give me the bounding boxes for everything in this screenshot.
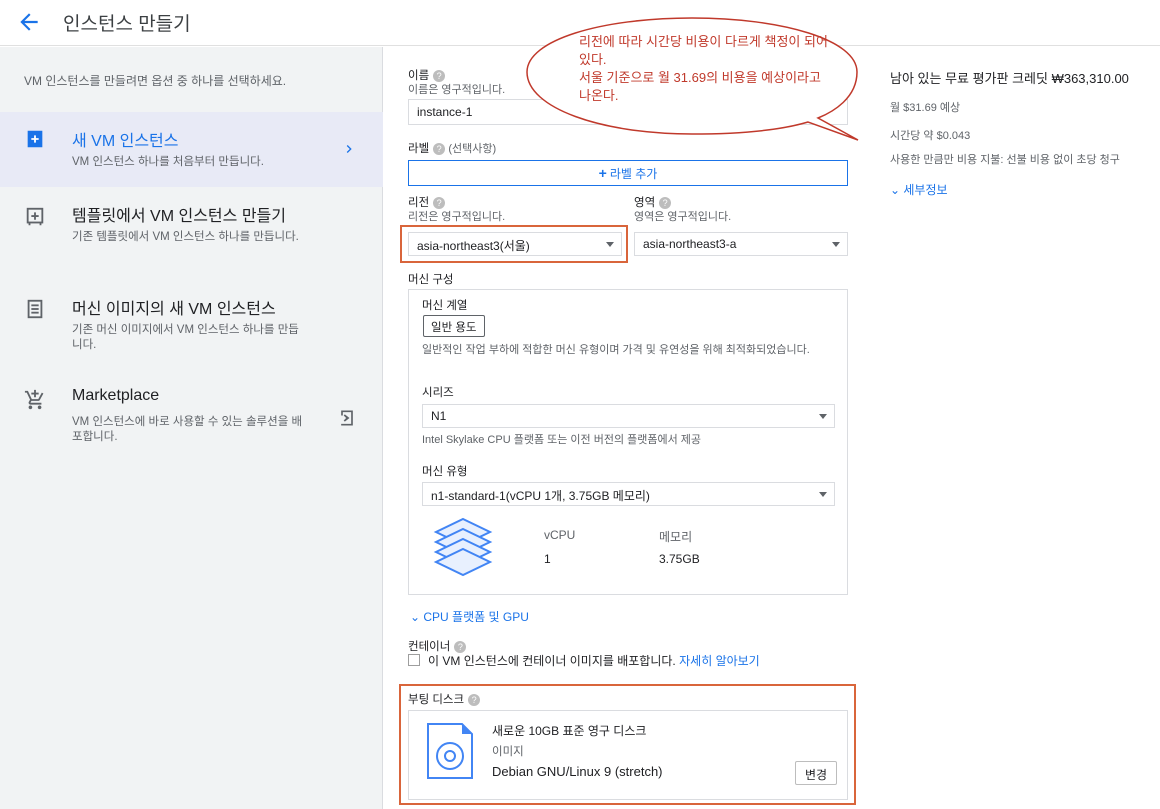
option-from-machine-image[interactable]: 머신 이미지의 새 VM 인스턴스 기존 머신 이미지에서 VM 인스턴스 하나… <box>0 285 383 365</box>
page-title: 인스턴스 만들기 <box>63 14 191 35</box>
chevron-right-icon <box>346 145 352 153</box>
option-desc: 기존 템플릿에서 VM 인스턴스 하나를 만듭니다. <box>72 231 299 243</box>
vcpu-value: 1 <box>544 552 551 566</box>
region-highlight-box <box>400 225 628 263</box>
dropdown-caret-icon <box>832 242 840 247</box>
vcpu-label: vCPU <box>544 528 576 542</box>
machine-type-select[interactable]: n1-standard-1(vCPU 1개, 3.75GB 메모리) <box>422 482 835 506</box>
memory-value: 3.75GB <box>659 552 700 566</box>
template-icon <box>26 207 44 226</box>
annotation-callout-text: 리전에 따라 시간당 비용이 다르게 책정이 되어 있다. 서울 기준으로 월 … <box>579 34 828 103</box>
machine-family-desc: 일반적인 작업 부하에 적합한 머신 유형이며 가격 및 유연성을 위해 최적화… <box>422 344 810 356</box>
option-title: Marketplace <box>72 387 160 404</box>
add-label-button[interactable]: + 라벨 추가 <box>408 160 848 186</box>
billing-note: 사용한 만큼만 비용 지불: 선불 비용 없이 초당 청구 <box>890 154 1120 166</box>
container-checkbox-label: 이 VM 인스턴스에 컨테이너 이미지를 배포합니다. 자세히 알아보기 <box>428 654 760 668</box>
name-sublabel: 이름은 영구적입니다. <box>408 84 506 96</box>
new-instance-icon <box>27 130 43 148</box>
series-desc: Intel Skylake CPU 플랫폼 또는 이전 버전의 플랫폼에서 제공 <box>422 434 702 446</box>
region-sublabel: 리전은 영구적입니다. <box>408 211 506 223</box>
zone-sublabel: 영역은 영구적입니다. <box>634 211 732 223</box>
cpu-gpu-expand-link[interactable]: ⌄ CPU 플랫폼 및 GPU <box>410 608 529 625</box>
machine-type-label: 머신 유형 <box>422 466 468 478</box>
series-select[interactable]: N1 <box>422 404 835 428</box>
options-intro: VM 인스턴스를 만들려면 옵션 중 하나를 선택하세요. <box>24 74 287 88</box>
plus-icon: + <box>598 165 607 181</box>
dropdown-caret-icon <box>819 414 827 419</box>
creation-options-panel: VM 인스턴스를 만들려면 옵션 중 하나를 선택하세요. 새 VM 인스턴스 … <box>0 47 383 809</box>
free-trial-credit: 남아 있는 무료 평가판 크레딧 ₩363,310.00 <box>890 71 1129 86</box>
cart-add-icon <box>24 389 44 410</box>
option-title: 머신 이미지의 새 VM 인스턴스 <box>72 301 276 318</box>
zone-select[interactable]: asia-northeast3-a <box>634 232 848 256</box>
back-arrow-icon[interactable] <box>16 9 42 35</box>
container-checkbox[interactable] <box>408 654 420 666</box>
help-icon[interactable]: ? <box>433 142 446 155</box>
chevron-down-icon: ⌄ <box>410 610 424 624</box>
series-label: 시리즈 <box>422 387 454 399</box>
option-title: 템플릿에서 VM 인스턴스 만들기 <box>72 208 286 225</box>
memory-label: 메모리 <box>659 530 693 544</box>
option-desc: 기존 머신 이미지에서 VM 인스턴스 하나를 만듭니다. <box>72 324 299 351</box>
option-desc: VM 인스턴스에 바로 사용할 수 있는 솔루션을 배포합니다. <box>72 416 303 443</box>
machine-family-label: 머신 계열 <box>422 300 468 312</box>
open-external-icon[interactable] <box>337 408 357 428</box>
monthly-estimate: 월 $31.69 예상 <box>890 102 961 114</box>
details-link[interactable]: ⌄ 세부정보 <box>890 181 948 198</box>
option-new-vm-instance[interactable]: 새 VM 인스턴스 VM 인스턴스 하나를 처음부터 만듭니다. <box>0 112 383 187</box>
hourly-estimate: 시간당 약 $0.043 <box>890 130 971 142</box>
option-title: 새 VM 인스턴스 <box>72 133 179 150</box>
chevron-down-icon: ⌄ <box>890 183 904 197</box>
machine-stack-icon <box>433 517 493 577</box>
machine-family-tab-general[interactable]: 일반 용도 <box>423 315 485 337</box>
learn-more-link[interactable]: 자세히 알아보기 <box>679 654 760 668</box>
option-desc: VM 인스턴스 하나를 처음부터 만듭니다. <box>72 156 264 168</box>
dropdown-caret-icon <box>819 492 827 497</box>
option-marketplace[interactable]: Marketplace VM 인스턴스에 바로 사용할 수 있는 솔루션을 배포… <box>0 377 383 462</box>
machine-image-icon <box>27 299 43 319</box>
labels-label: 라벨? (선택사항) <box>408 142 497 155</box>
machine-config-label: 머신 구성 <box>408 274 454 286</box>
boot-disk-highlight-box <box>399 684 856 805</box>
option-from-template[interactable]: 템플릿에서 VM 인스턴스 만들기 기존 템플릿에서 VM 인스턴스 하나를 만… <box>0 192 383 272</box>
